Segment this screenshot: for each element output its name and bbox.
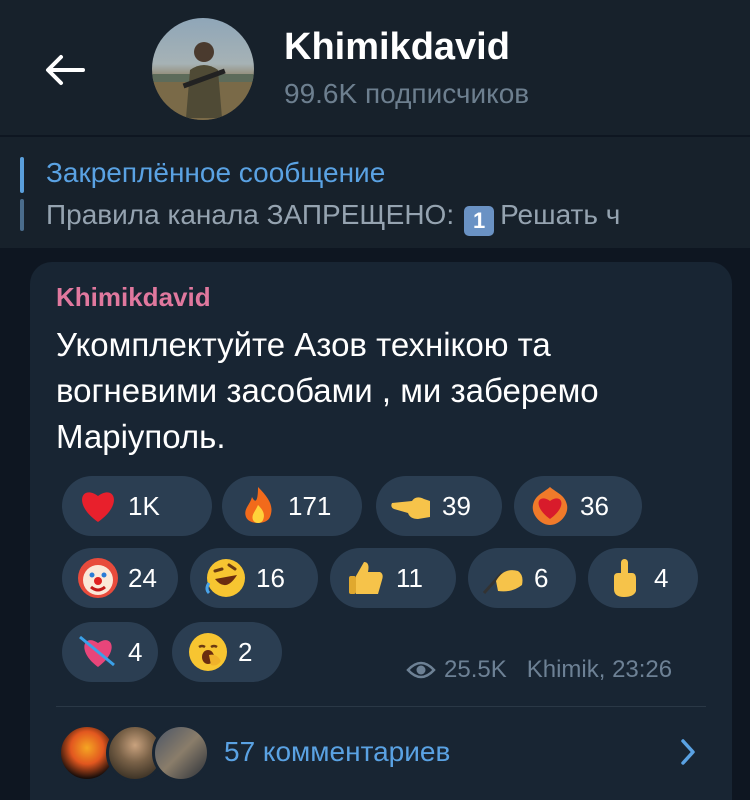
message-signature-time: Khimik, 23:26 bbox=[526, 656, 673, 683]
eye-icon bbox=[406, 661, 436, 679]
pinned-text-suffix: Решать ч bbox=[500, 199, 621, 230]
reaction-count: 11 bbox=[396, 562, 423, 593]
reaction-count: 4 bbox=[128, 636, 143, 667]
comments-button[interactable]: 57 комментариев bbox=[56, 720, 706, 784]
reaction-count: 16 bbox=[256, 562, 285, 593]
reaction-count: 4 bbox=[654, 562, 669, 593]
pinned-message-bar[interactable]: Закреплённое сообщение Правила канала ЗА… bbox=[0, 136, 750, 248]
reaction-rolling-laughing[interactable]: 16 bbox=[190, 548, 318, 608]
pointing-hand-icon bbox=[390, 484, 434, 528]
pinned-text-prefix: Правила канала ЗАПРЕЩЕНО: bbox=[46, 199, 455, 230]
subscriber-count: 99.6K подписчиков bbox=[284, 78, 530, 109]
reaction-yawning-face[interactable]: 2 bbox=[172, 622, 282, 682]
thumbs-up-icon bbox=[344, 556, 388, 600]
rolling-laughing-face-icon bbox=[204, 556, 248, 600]
reaction-middle-finger[interactable]: 4 bbox=[588, 548, 698, 608]
view-count: 25.5K bbox=[444, 656, 507, 683]
commenter-avatar bbox=[152, 724, 210, 782]
reaction-count: 6 bbox=[534, 562, 549, 593]
yawning-face-icon bbox=[186, 630, 230, 674]
pinned-text: Правила канала ЗАПРЕЩЕНО: 1 Решать ч bbox=[46, 199, 620, 236]
fire-icon bbox=[236, 484, 280, 528]
pinned-title: Закреплённое сообщение bbox=[46, 157, 386, 188]
reaction-pointing-hand[interactable]: 39 bbox=[376, 476, 502, 536]
heart-with-arrow-icon bbox=[76, 630, 120, 674]
reaction-heart-with-arrow[interactable]: 4 bbox=[62, 622, 158, 682]
reaction-count: 24 bbox=[128, 562, 157, 593]
reaction-writing-hand[interactable]: 6 bbox=[468, 548, 576, 608]
reaction-clown-face[interactable]: 24 bbox=[62, 548, 178, 608]
writing-hand-icon bbox=[482, 556, 526, 600]
clown-face-icon bbox=[76, 556, 120, 600]
reaction-count: 2 bbox=[238, 636, 253, 667]
red-heart-icon bbox=[76, 484, 120, 528]
channel-title: Khimikdavid bbox=[284, 26, 510, 68]
message-meta: 25.5K Khimik, 23:26 bbox=[406, 656, 672, 684]
reaction-thumbs-up[interactable]: 11 bbox=[330, 548, 456, 608]
reaction-count: 36 bbox=[580, 490, 609, 521]
back-button[interactable] bbox=[40, 45, 90, 95]
message-author[interactable]: Khimikdavid bbox=[56, 282, 211, 313]
reaction-count: 1K bbox=[128, 490, 160, 521]
pinned-indicator-active bbox=[20, 157, 24, 193]
keycap-number-badge: 1 bbox=[464, 206, 495, 236]
arrow-left-icon bbox=[46, 55, 85, 85]
reaction-red-heart[interactable]: 1K bbox=[62, 476, 212, 536]
comments-label: 57 комментариев bbox=[224, 736, 451, 767]
channel-avatar[interactable] bbox=[152, 18, 254, 120]
chevron-right-icon bbox=[681, 739, 695, 765]
reaction-count: 171 bbox=[288, 490, 332, 521]
reaction-count: 39 bbox=[442, 490, 471, 521]
reaction-fire[interactable]: 171 bbox=[222, 476, 362, 536]
comments-divider bbox=[56, 706, 706, 707]
pinned-indicator bbox=[20, 199, 24, 231]
reaction-heart-on-fire[interactable]: 36 bbox=[514, 476, 642, 536]
heart-on-fire-icon bbox=[528, 484, 572, 528]
middle-finger-icon bbox=[602, 556, 646, 600]
message-text: Укомплектуйте Азов технікою та вогневими… bbox=[56, 326, 599, 455]
chat-header: Khimikdavid 99.6K подписчиков bbox=[0, 0, 750, 135]
